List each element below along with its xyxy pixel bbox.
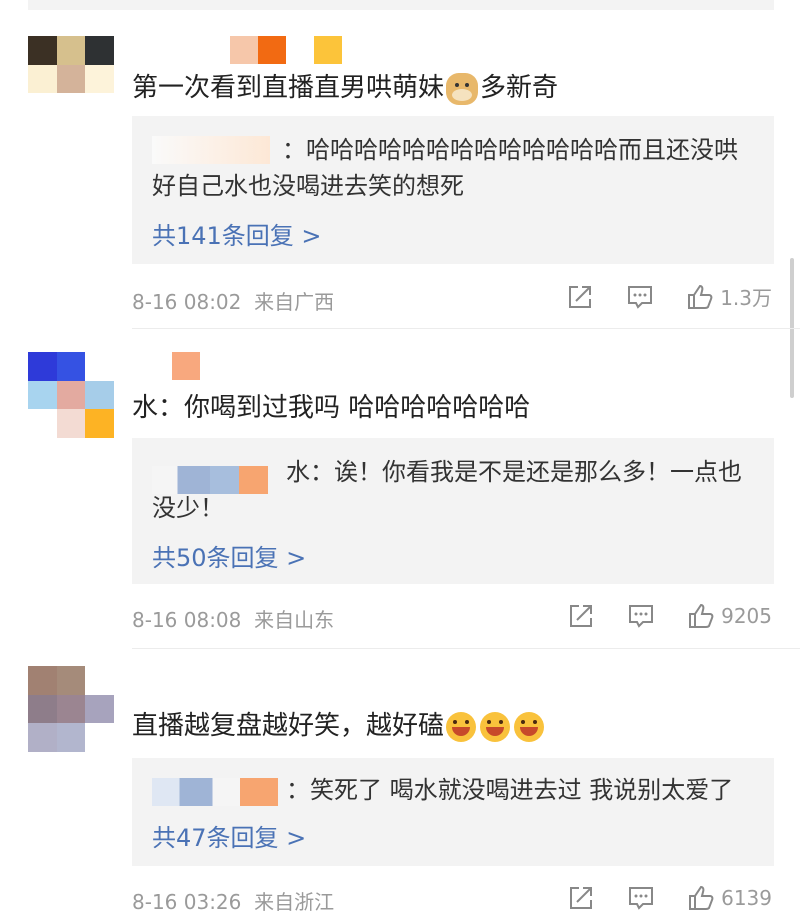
doge-emoji-icon bbox=[446, 72, 479, 105]
reply-text: 水：诶！你看我是不是还是那么多！一点也没少！ bbox=[152, 458, 742, 522]
thumbs-up-icon bbox=[686, 283, 714, 311]
avatar[interactable] bbox=[28, 666, 114, 752]
laughing-crying-emoji-icon bbox=[480, 711, 511, 742]
reply-username-blurred[interactable] bbox=[152, 466, 268, 494]
reply-username-blurred[interactable] bbox=[152, 778, 278, 806]
more-replies-link[interactable]: 共47条回复 > bbox=[152, 818, 306, 853]
comment-icon[interactable] bbox=[627, 884, 655, 912]
reply-box[interactable]: ：笑死了 喝水就没喝进去过 我说别太爱了 共47条回复 > bbox=[132, 758, 774, 866]
reply-username-blurred[interactable] bbox=[152, 136, 270, 164]
share-icon[interactable] bbox=[566, 283, 594, 311]
like-button[interactable]: 1.3万 bbox=[686, 282, 772, 311]
comment-actions: 1.3万 bbox=[566, 282, 772, 311]
divider bbox=[132, 328, 800, 329]
comment-text: 直播越复盘越好笑，越好磕 bbox=[132, 708, 546, 744]
comment-meta: 8-16 08:08 来自山东 bbox=[132, 608, 335, 632]
like-count: 9205 bbox=[721, 604, 772, 628]
laughing-crying-emoji-icon bbox=[514, 711, 545, 742]
thumbs-up-icon bbox=[687, 884, 715, 912]
divider bbox=[132, 648, 800, 649]
comment-text: 第一次看到直播直男哄萌妹 多新奇 bbox=[132, 72, 559, 105]
more-replies-link[interactable]: 共50条回复 > bbox=[152, 538, 306, 573]
comment-icon[interactable] bbox=[626, 283, 654, 311]
like-count: 6139 bbox=[721, 886, 772, 910]
comment-text: 水：你喝到过我吗 哈哈哈哈哈哈哈 bbox=[132, 393, 531, 423]
previous-comment-edge bbox=[28, 0, 774, 10]
reply-box[interactable]: 水：诶！你看我是不是还是那么多！一点也没少！ 共50条回复 > bbox=[132, 438, 774, 584]
share-icon[interactable] bbox=[567, 884, 595, 912]
comment-meta: 8-16 08:02 来自广西 bbox=[132, 290, 335, 314]
username-blurred[interactable] bbox=[172, 352, 200, 380]
like-button[interactable]: 6139 bbox=[687, 884, 772, 912]
username-blurred[interactable] bbox=[230, 36, 342, 64]
comment-actions: 9205 bbox=[567, 602, 772, 630]
comment-meta: 8-16 03:26 来自浙江 bbox=[132, 890, 335, 914]
comment-actions: 6139 bbox=[567, 884, 772, 912]
reply-text: ：笑死了 喝水就没喝进去过 我说别太爱了 bbox=[152, 772, 744, 808]
comment-icon[interactable] bbox=[627, 602, 655, 630]
reply-box[interactable]: ：哈哈哈哈哈哈哈哈哈哈哈哈哈而且还没哄好自己水也没喝进去笑的想死 共141条回复… bbox=[132, 116, 774, 264]
share-icon[interactable] bbox=[567, 602, 595, 630]
reply-text: ：哈哈哈哈哈哈哈哈哈哈哈哈哈而且还没哄好自己水也没喝进去笑的想死 bbox=[152, 136, 738, 200]
avatar[interactable] bbox=[28, 352, 114, 438]
like-count: 1.3万 bbox=[720, 286, 772, 310]
avatar[interactable] bbox=[28, 36, 114, 122]
more-replies-link[interactable]: 共141条回复 > bbox=[152, 216, 322, 251]
thumbs-up-icon bbox=[687, 602, 715, 630]
like-button[interactable]: 9205 bbox=[687, 602, 772, 630]
laughing-crying-emoji-icon bbox=[446, 711, 477, 742]
